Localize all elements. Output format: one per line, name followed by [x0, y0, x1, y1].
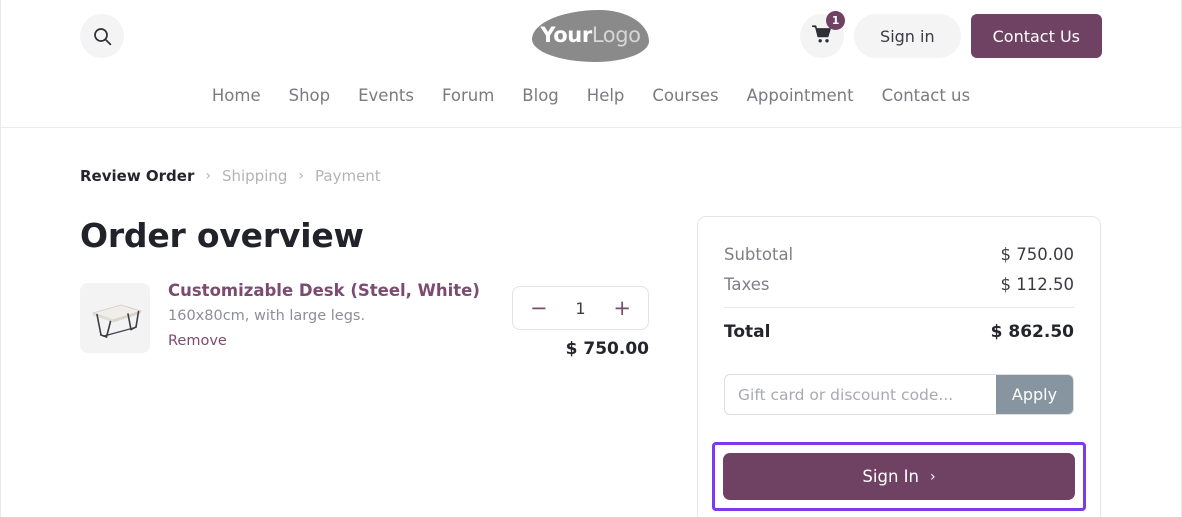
summary-row-subtotal: Subtotal $ 750.00	[724, 245, 1074, 264]
nav-item-contact-us[interactable]: Contact us	[882, 86, 971, 105]
summary-divider	[724, 307, 1074, 308]
summary-row-taxes: Taxes $ 112.50	[724, 275, 1074, 294]
site-logo[interactable]: YourLogo	[532, 10, 649, 62]
quantity-stepper: − 1 +	[512, 286, 649, 330]
nav-item-forum[interactable]: Forum	[442, 86, 494, 105]
sign-in-cta-button[interactable]: Sign In ›	[723, 453, 1075, 500]
subtotal-value: $ 750.00	[1000, 245, 1074, 264]
nav-item-help[interactable]: Help	[587, 86, 625, 105]
nav-item-shop[interactable]: Shop	[289, 86, 331, 105]
site-header: YourLogo 1 Sign in Contact Us Home Shop	[1, 0, 1181, 128]
total-value: $ 862.50	[990, 322, 1074, 342]
nav-item-courses[interactable]: Courses	[652, 86, 718, 105]
nav-item-appointment[interactable]: Appointment	[747, 86, 854, 105]
quantity-increase-button[interactable]: +	[613, 297, 631, 319]
breadcrumb-step-review-order[interactable]: Review Order	[80, 167, 194, 185]
apply-promo-button[interactable]: Apply	[996, 375, 1073, 414]
order-summary-card: Subtotal $ 750.00 Taxes $ 112.50 Total $…	[697, 216, 1101, 517]
logo-text: YourLogo	[532, 23, 649, 47]
sign-in-cta-highlight: Sign In ›	[712, 442, 1086, 511]
checkout-page: YourLogo 1 Sign in Contact Us Home Shop	[0, 0, 1182, 517]
header-sign-in-button[interactable]: Sign in	[854, 14, 961, 58]
nav-item-events[interactable]: Events	[358, 86, 414, 105]
order-line-item: Customizable Desk (Steel, White) 160x80c…	[80, 280, 670, 363]
summary-row-total: Total $ 862.50	[724, 322, 1074, 342]
nav-item-home[interactable]: Home	[212, 86, 261, 105]
sign-in-cta-label: Sign In	[862, 467, 919, 486]
checkout-breadcrumb: Review Order › Shipping › Payment	[80, 167, 381, 185]
breadcrumb-step-shipping[interactable]: Shipping	[222, 167, 287, 185]
product-details: Customizable Desk (Steel, White) 160x80c…	[168, 280, 568, 352]
quantity-decrease-button[interactable]: −	[530, 297, 548, 319]
breadcrumb-step-payment[interactable]: Payment	[315, 167, 381, 185]
logo-text-secondary: Logo	[591, 23, 641, 47]
logo-text-primary: Your	[540, 23, 592, 47]
remove-item-link[interactable]: Remove	[168, 330, 568, 352]
line-item-price: $ 750.00	[565, 339, 649, 359]
chevron-right-icon: ›	[929, 468, 936, 485]
taxes-value: $ 112.50	[1000, 275, 1074, 294]
main-navigation: Home Shop Events Forum Blog Help Courses…	[1, 86, 1181, 105]
subtotal-label: Subtotal	[724, 245, 794, 264]
promo-code-group: Apply	[724, 374, 1074, 415]
total-label: Total	[724, 322, 771, 342]
product-thumbnail[interactable]	[80, 283, 150, 353]
breadcrumb-separator-icon: ›	[298, 168, 305, 184]
search-button[interactable]	[80, 14, 124, 58]
contact-us-button[interactable]: Contact Us	[970, 14, 1102, 58]
product-name[interactable]: Customizable Desk (Steel, White)	[168, 280, 568, 302]
promo-code-input[interactable]	[725, 375, 996, 414]
desk-product-image	[80, 283, 150, 353]
search-icon	[93, 27, 112, 46]
nav-item-blog[interactable]: Blog	[522, 86, 558, 105]
quantity-input[interactable]: 1	[575, 299, 585, 318]
page-title: Order overview	[80, 216, 364, 255]
header-actions: 1 Sign in Contact Us	[800, 11, 1102, 58]
cart-badge-count: 1	[826, 11, 846, 30]
cart-button[interactable]: 1	[800, 11, 846, 58]
taxes-label: Taxes	[724, 275, 770, 294]
product-description: 160x80cm, with large legs.	[168, 308, 366, 324]
breadcrumb-separator-icon: ›	[205, 168, 211, 184]
